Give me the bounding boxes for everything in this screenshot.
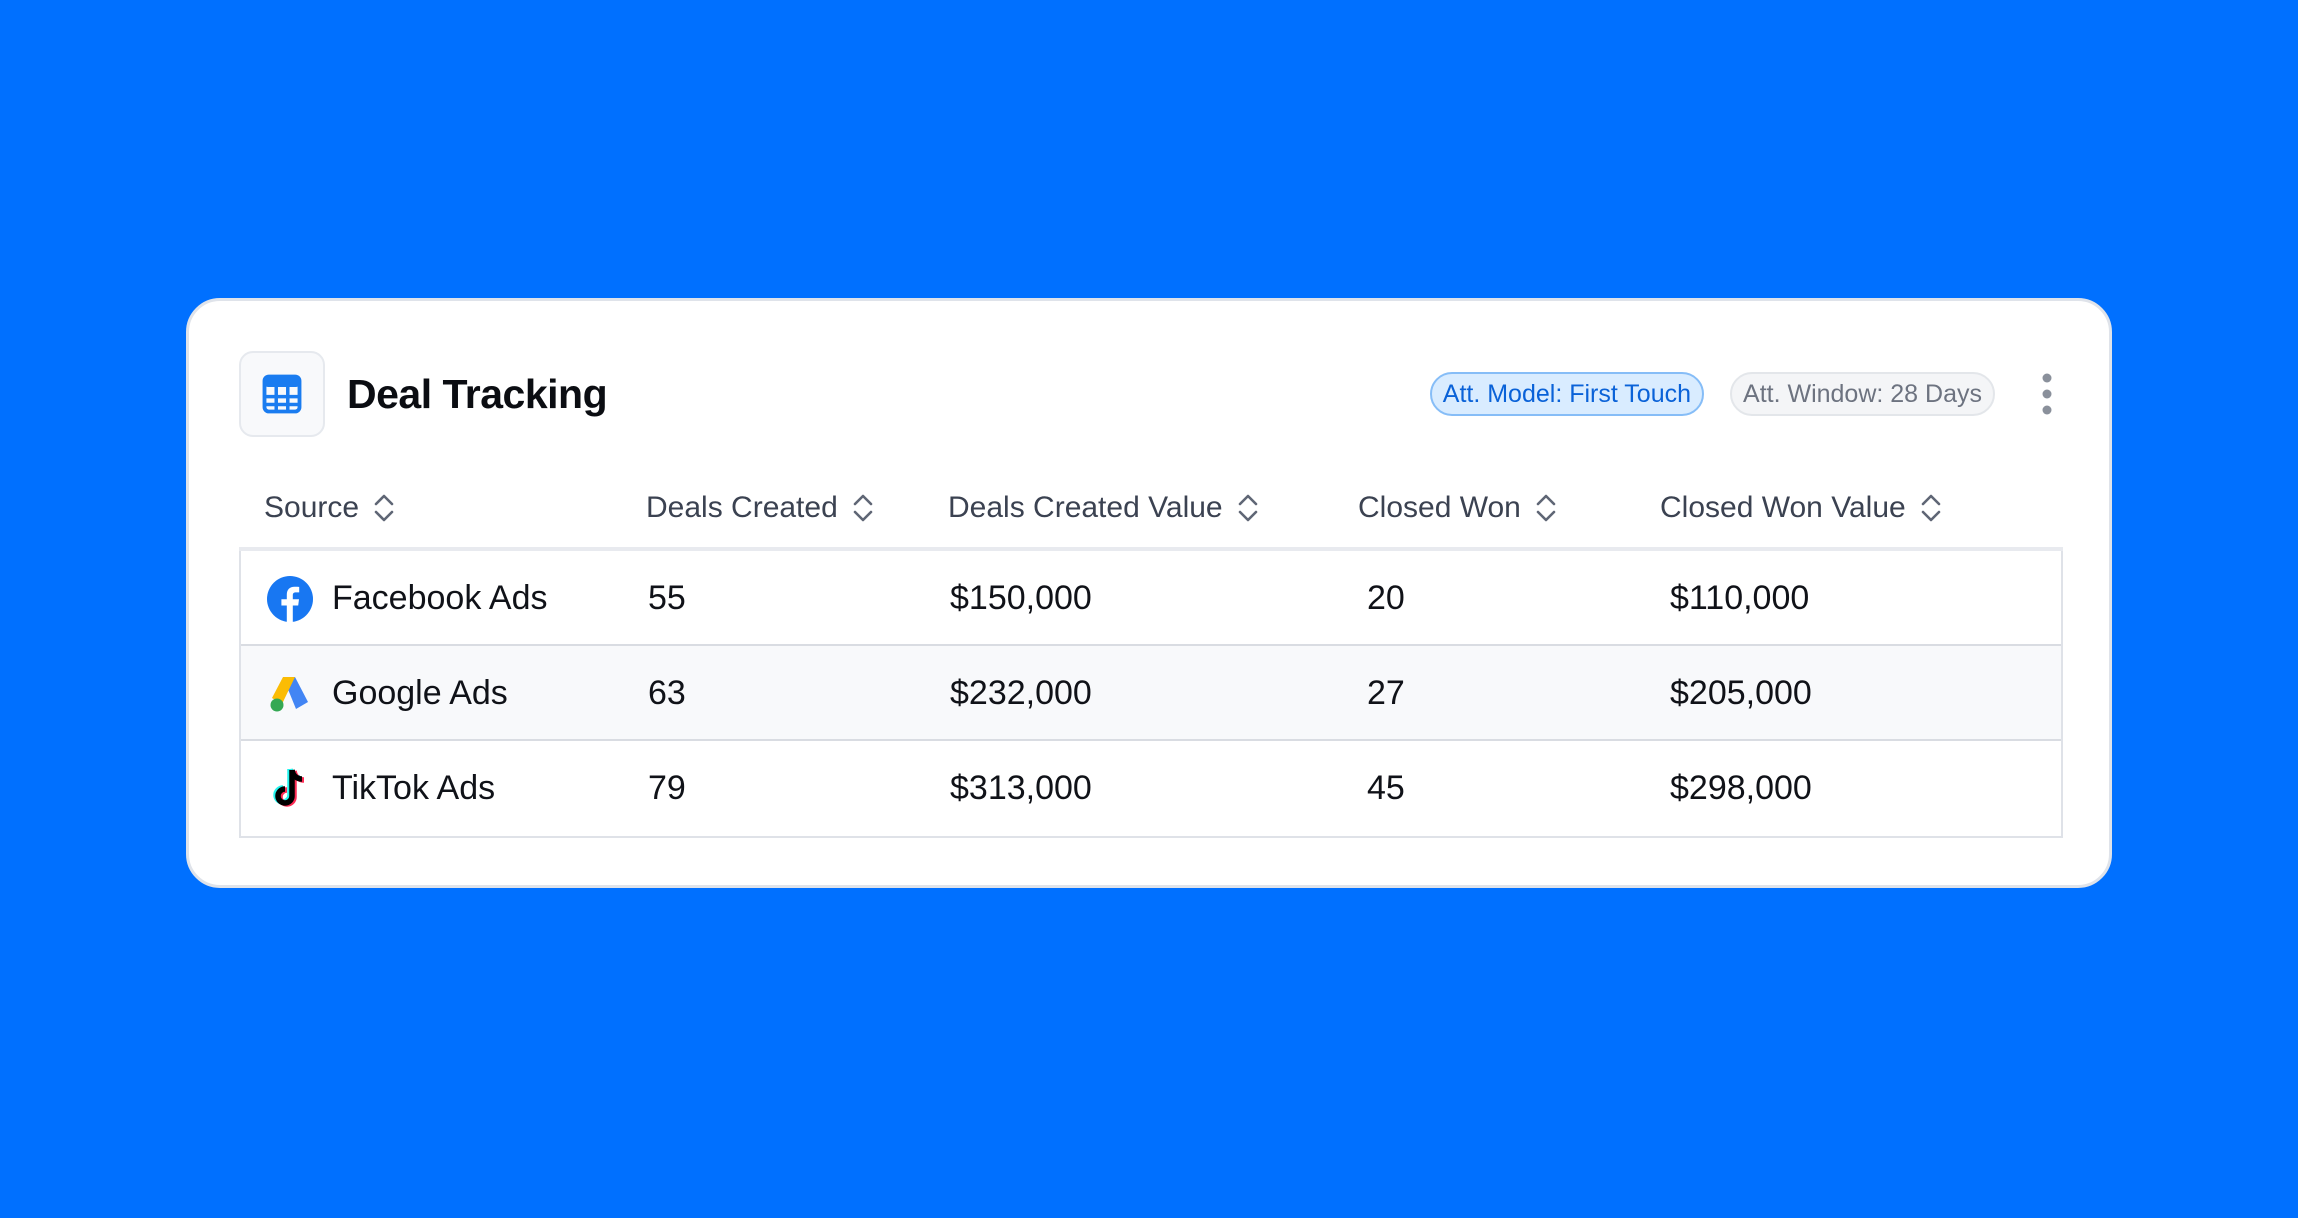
source-cell: Facebook Ads	[266, 551, 547, 646]
closed-won-value-cell: $205,000	[1670, 674, 1812, 712]
deals-created-value-cell: $150,000	[950, 579, 1092, 617]
closed-won-value-cell: $298,000	[1670, 769, 1812, 807]
sort-chevrons-icon	[1238, 494, 1257, 522]
attribution-model-badge[interactable]: Att. Model: First Touch	[1429, 372, 1705, 416]
closed-won-cell: 45	[1367, 769, 1405, 807]
source-cell: Google Ads	[266, 646, 508, 741]
more-vertical-icon[interactable]	[2035, 370, 2059, 418]
table-body: Facebook Ads 55 $150,000 20 $110,000 Goo…	[239, 551, 2063, 838]
column-header-deals-created[interactable]: Deals Created	[646, 469, 874, 547]
column-header-closed-won[interactable]: Closed Won	[1358, 469, 1557, 547]
source-name: TikTok Ads	[332, 769, 496, 807]
table-header: Source Deals Created Deals Created Value…	[239, 469, 2063, 551]
sort-chevrons-icon	[853, 494, 873, 522]
deal-tracking-card: Deal Tracking Att. Model: First Touch At…	[186, 298, 2112, 888]
column-header-deals-created-value[interactable]: Deals Created Value	[948, 469, 1259, 547]
widget-title: Deal Tracking	[347, 370, 608, 417]
source-name: Google Ads	[332, 674, 508, 712]
sort-chevrons-icon	[1536, 494, 1556, 522]
google-ads-icon	[266, 670, 314, 718]
deals-created-cell: 55	[648, 579, 686, 617]
closed-won-cell: 20	[1367, 579, 1405, 617]
source-cell: TikTok Ads	[266, 741, 495, 836]
sort-chevrons-icon	[374, 494, 394, 522]
sort-chevrons-icon	[1921, 494, 1941, 522]
tiktok-icon	[266, 765, 314, 813]
column-header-closed-won-value[interactable]: Closed Won Value	[1660, 469, 1942, 547]
column-label: Closed Won	[1358, 491, 1521, 524]
deals-created-value-cell: $232,000	[950, 674, 1092, 712]
column-label: Deals Created	[646, 491, 838, 524]
calculator-icon	[239, 351, 325, 437]
table-row[interactable]: Facebook Ads 55 $150,000 20 $110,000	[241, 551, 2061, 646]
table-row[interactable]: TikTok Ads 79 $313,000 45 $298,000	[241, 741, 2061, 836]
facebook-icon	[266, 575, 314, 623]
table-row[interactable]: Google Ads 63 $232,000 27 $205,000	[241, 646, 2061, 741]
source-name: Facebook Ads	[332, 579, 548, 617]
header-actions: Att. Model: First Touch Att. Window: 28 …	[1429, 370, 2059, 418]
closed-won-value-cell: $110,000	[1670, 579, 1810, 617]
attribution-window-badge[interactable]: Att. Window: 28 Days	[1730, 372, 1995, 416]
column-label: Deals Created Value	[948, 491, 1223, 524]
closed-won-cell: 27	[1367, 674, 1405, 712]
column-label: Closed Won Value	[1660, 491, 1906, 524]
deals-table: Source Deals Created Deals Created Value…	[239, 469, 2063, 838]
column-label: Source	[264, 491, 360, 524]
column-header-source[interactable]: Source	[264, 469, 395, 547]
card-header: Deal Tracking Att. Model: First Touch At…	[239, 351, 2059, 437]
deals-created-cell: 79	[648, 769, 686, 807]
deals-created-value-cell: $313,000	[950, 769, 1092, 807]
deals-created-cell: 63	[648, 674, 686, 712]
